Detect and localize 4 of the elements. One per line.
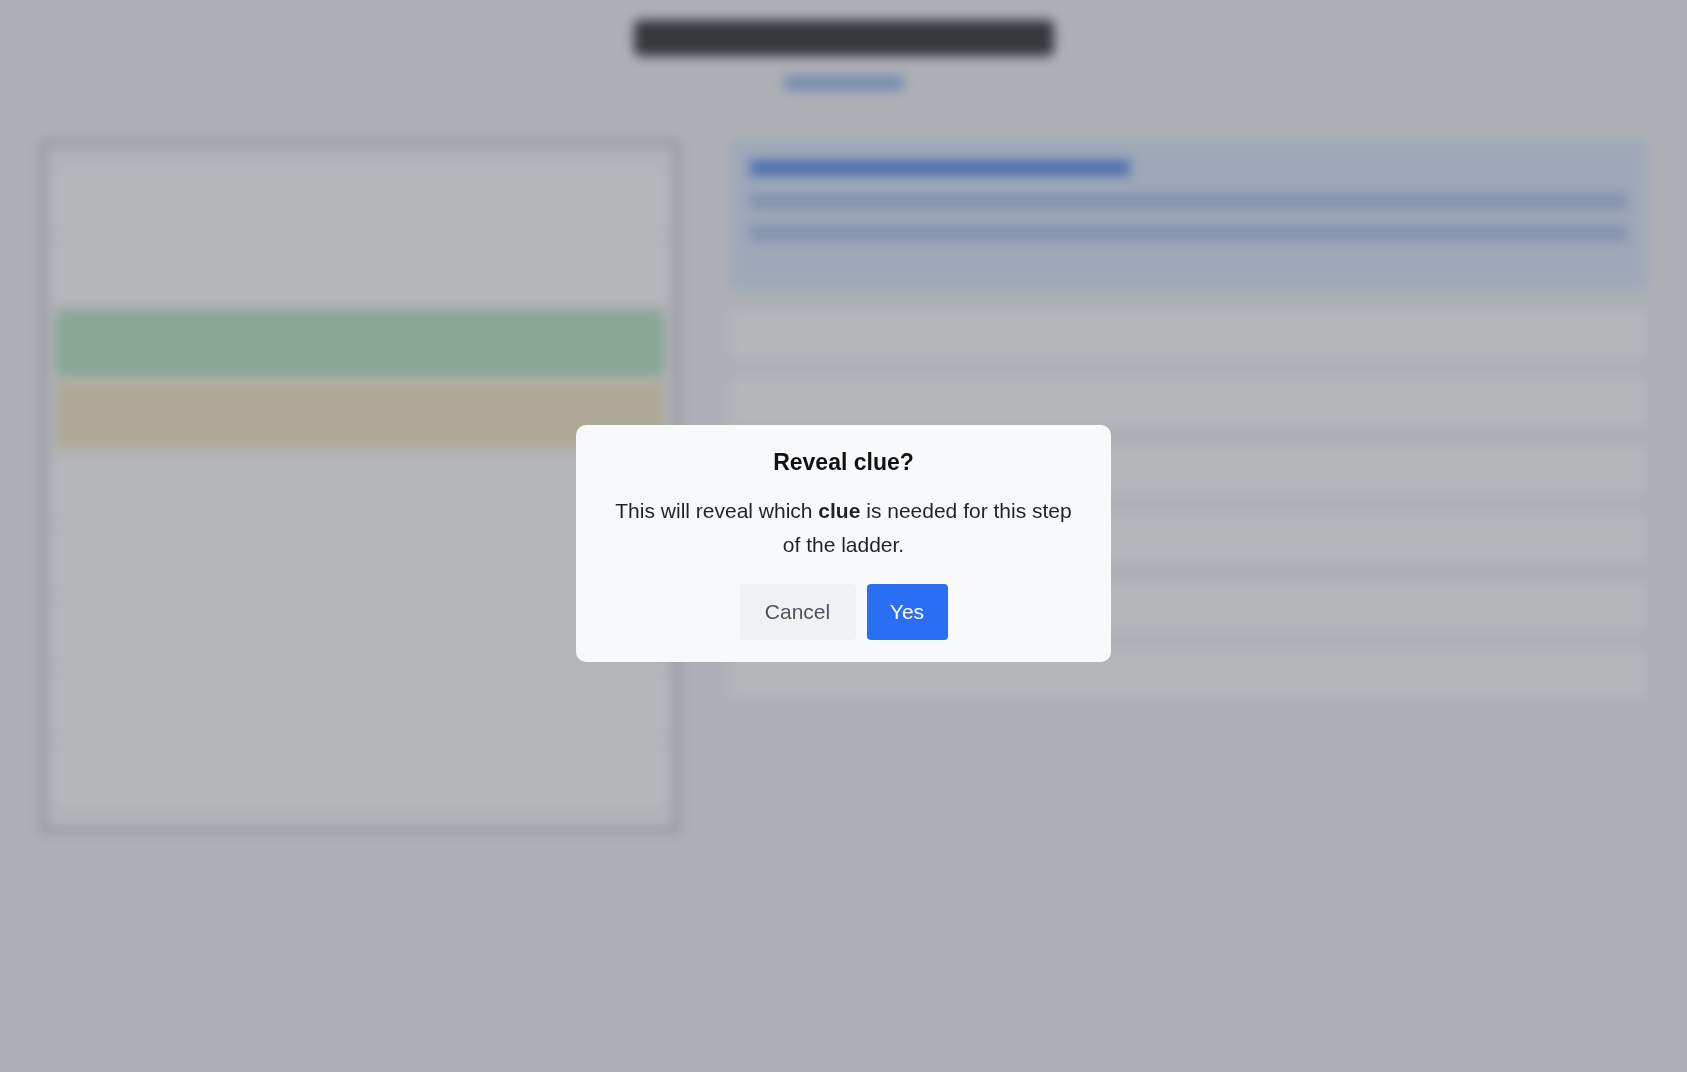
dialog-title: Reveal clue? — [773, 449, 914, 476]
confirm-button[interactable]: Yes — [866, 584, 948, 640]
cancel-button[interactable]: Cancel — [739, 584, 856, 640]
dialog-message: This will reveal which clue is needed for this step of the ladder. — [614, 498, 1073, 558]
